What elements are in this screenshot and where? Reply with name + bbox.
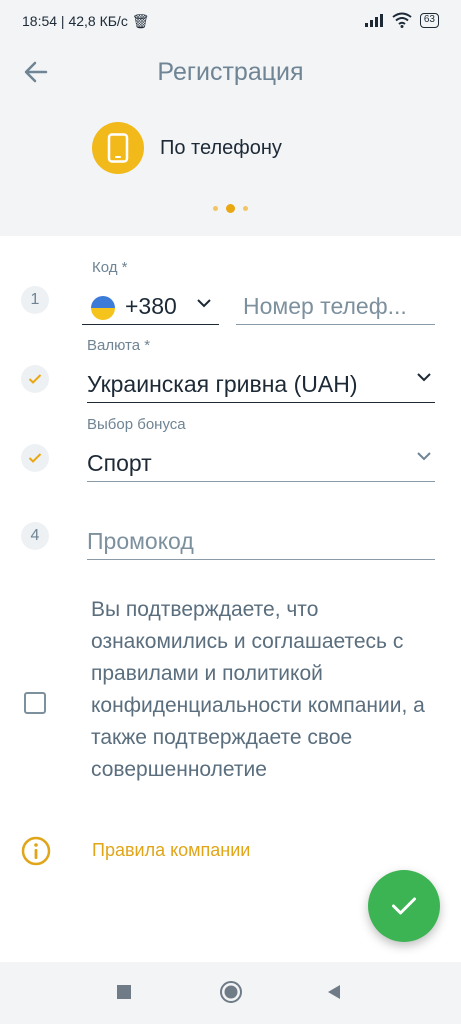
status-bar: 18:54 | 42,8 КБ/с 🗑 63 [0,0,461,44]
system-navigation-bar [0,962,461,1024]
flag-ukraine-icon [91,296,115,320]
step-dot-active [226,204,235,213]
check-icon [28,374,42,384]
phone-underline [236,324,435,325]
bonus-select[interactable]: Спорт [87,450,152,477]
step-number-4: 4 [21,522,49,550]
signal-icon [364,14,383,27]
step-indicator [0,204,461,213]
phone-input[interactable]: Номер телеф... [243,293,407,320]
phone-icon-badge [92,122,144,174]
consent-checkbox[interactable] [24,692,46,714]
chevron-down-icon[interactable] [416,371,432,383]
code-underline [82,324,219,325]
registration-method[interactable]: По телефону [92,122,282,174]
submit-button[interactable] [368,870,440,942]
page-title: Регистрация [157,58,304,86]
step-done-bonus [21,444,49,472]
step-dot [213,206,218,211]
step-number-1: 1 [21,286,49,314]
back-nav-icon[interactable] [325,983,343,1001]
company-rules-link[interactable]: Правила компании [92,840,250,861]
bonus-label: Выбор бонуса [87,416,186,433]
home-icon[interactable] [219,980,243,1004]
status-icons: 63 [364,12,439,28]
step-dot [243,206,248,211]
phone-icon [107,133,129,163]
currency-label: Валюта * [87,337,151,354]
currency-select[interactable]: Украинская гривна (UAH) [87,371,358,398]
method-label: По телефону [160,136,282,159]
recent-apps-icon[interactable] [116,984,132,1000]
chevron-down-icon[interactable] [196,297,212,309]
status-left-text: 18:54 | 42,8 КБ/с 🗑 [22,13,150,29]
consent-text: Вы подтверждаете, что ознакомились и сог… [91,598,425,781]
country-code-value[interactable]: +380 [125,293,177,320]
battery-indicator: 63 [419,12,439,28]
promo-underline [87,559,435,560]
chevron-down-icon[interactable] [416,450,432,462]
check-icon [392,897,416,915]
promo-code-input[interactable]: Промокод [87,528,194,555]
step-done-currency [21,365,49,393]
wifi-icon [392,12,412,28]
code-label: Код * [92,259,128,276]
bonus-underline [87,481,435,482]
header: Регистрация По телефону [0,44,461,236]
currency-underline [87,402,435,403]
check-icon [28,453,42,463]
info-icon [21,836,51,866]
